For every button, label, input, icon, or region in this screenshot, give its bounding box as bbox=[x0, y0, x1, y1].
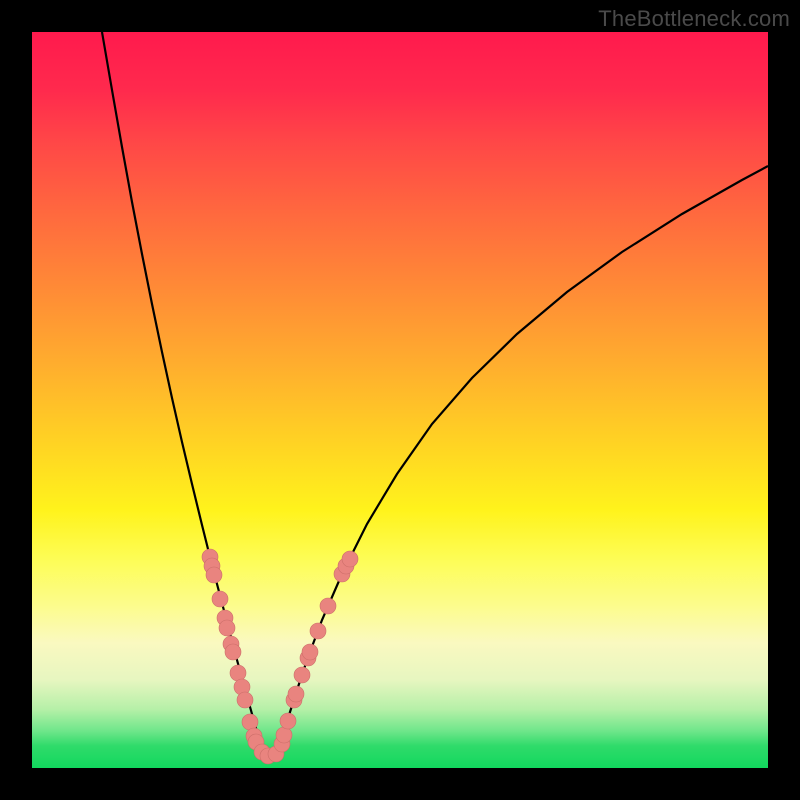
curve-marker bbox=[230, 665, 246, 681]
chart-svg bbox=[32, 32, 768, 768]
curve-marker bbox=[212, 591, 228, 607]
curve-marker bbox=[219, 620, 235, 636]
curve-right-branch bbox=[280, 166, 768, 746]
curve-markers bbox=[202, 549, 358, 764]
curve-marker bbox=[294, 667, 310, 683]
plot-area bbox=[32, 32, 768, 768]
curve-marker bbox=[225, 644, 241, 660]
curve-marker bbox=[302, 644, 318, 660]
curve-marker bbox=[320, 598, 336, 614]
curve-marker bbox=[206, 567, 222, 583]
watermark-text: TheBottleneck.com bbox=[598, 6, 790, 32]
curve-group bbox=[102, 32, 768, 755]
chart-frame: TheBottleneck.com bbox=[0, 0, 800, 800]
curve-marker bbox=[276, 727, 292, 743]
curve-marker bbox=[280, 713, 296, 729]
curve-marker bbox=[342, 551, 358, 567]
curve-marker bbox=[288, 686, 304, 702]
curve-marker bbox=[310, 623, 326, 639]
curve-marker bbox=[237, 692, 253, 708]
curve-marker bbox=[242, 714, 258, 730]
